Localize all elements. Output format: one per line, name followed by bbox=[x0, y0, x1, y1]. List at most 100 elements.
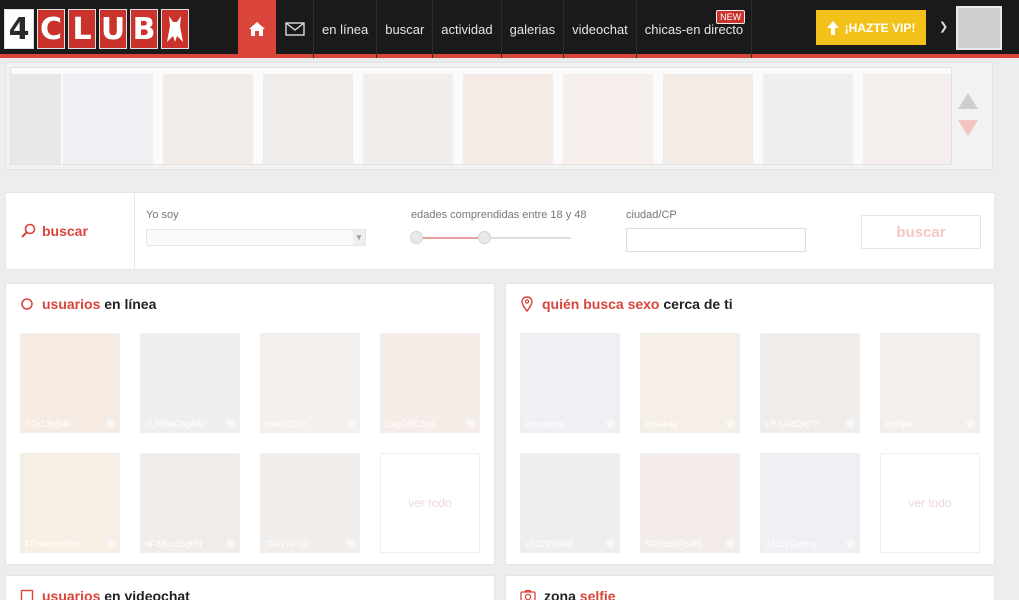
logo-letter: B bbox=[130, 9, 158, 49]
carousel-thumb[interactable] bbox=[163, 74, 253, 164]
videochat-users-panel: usuarios en videochat bbox=[5, 575, 495, 600]
user-card[interactable]: rneI3C3bz bbox=[260, 333, 360, 433]
user-name: xxxcabica bbox=[525, 419, 565, 429]
online-users-panel: usuarios en línea X0y13nS4k uUM0eG6g4A7 … bbox=[5, 283, 495, 565]
logo-letter: L bbox=[68, 9, 96, 49]
logo-letter: U bbox=[99, 9, 127, 49]
divider bbox=[134, 193, 135, 271]
search-button[interactable]: buscar bbox=[861, 215, 981, 249]
title-rest: en videochat bbox=[100, 588, 190, 600]
nav-online[interactable]: en línea bbox=[314, 0, 378, 58]
user-card[interactable]: sssakaa bbox=[640, 333, 740, 433]
status-dot bbox=[106, 419, 115, 428]
carousel-thumb[interactable] bbox=[363, 74, 453, 164]
envelope-icon bbox=[284, 22, 305, 36]
age-min-handle[interactable] bbox=[410, 231, 423, 244]
main-nav: en línea buscar actividad galerias video… bbox=[238, 0, 753, 58]
search-title-text: buscar bbox=[42, 223, 88, 239]
user-name: pdfttjek bbox=[885, 419, 915, 429]
carousel-thumb[interactable] bbox=[863, 74, 951, 164]
chevron-down-icon: ▼ bbox=[353, 230, 365, 245]
online-circle-icon bbox=[21, 298, 33, 310]
city-label: ciudad/CP bbox=[626, 209, 677, 221]
search-icon bbox=[21, 223, 36, 238]
status-dot bbox=[466, 419, 475, 428]
carousel-down-icon[interactable] bbox=[958, 120, 978, 136]
carousel-thumb[interactable] bbox=[63, 74, 153, 164]
status-dot bbox=[226, 539, 235, 548]
user-name: LwpD8C2p6 bbox=[385, 419, 435, 429]
age-max-handle[interactable] bbox=[478, 231, 491, 244]
status-dot bbox=[106, 539, 115, 548]
title-rest: zona bbox=[544, 588, 580, 600]
see-all-button[interactable]: ver todo bbox=[380, 453, 480, 553]
title-highlight: usuarios bbox=[42, 296, 101, 312]
title-highlight: quién busca sexo bbox=[542, 296, 660, 312]
nearby-users-title: quién busca sexo cerca de ti bbox=[520, 296, 733, 312]
carousel-up-icon[interactable] bbox=[958, 93, 978, 109]
user-name: nF38vc3SgHIr bbox=[145, 539, 203, 549]
user-card[interactable]: nF38vc3SgHIr bbox=[140, 453, 240, 553]
user-card[interactable]: Jd1LVGeHuy bbox=[760, 453, 860, 553]
user-card[interactable]: FPmemm8Hv bbox=[20, 453, 120, 553]
carousel-thumb[interactable] bbox=[663, 74, 753, 164]
i-am-label: Yo soy bbox=[146, 209, 179, 221]
status-dot bbox=[966, 419, 975, 428]
user-name: LR3y08Dkj7P bbox=[765, 419, 821, 429]
user-avatar[interactable] bbox=[956, 6, 1002, 50]
status-dot bbox=[346, 539, 355, 548]
logo-letter: 4 bbox=[4, 9, 34, 49]
user-name: sssakaa bbox=[645, 419, 679, 429]
user-name: FPmemm8Hv bbox=[25, 539, 81, 549]
carousel-thumb[interactable] bbox=[11, 74, 61, 164]
user-name: xX2ZP9t4kll bbox=[525, 539, 574, 549]
user-card[interactable]: xX2ZP9t4kll bbox=[520, 453, 620, 553]
user-card[interactable]: pdfttjek bbox=[880, 333, 980, 433]
user-name: X0y13nS4k bbox=[25, 419, 72, 429]
online-users-title: usuarios en línea bbox=[20, 296, 156, 312]
nav-search[interactable]: buscar bbox=[377, 0, 434, 58]
user-name: Jd1LVGeHuy bbox=[765, 539, 818, 549]
user-card[interactable]: TMcjYeHD bbox=[260, 453, 360, 553]
status-dot bbox=[606, 419, 615, 428]
new-badge: NEW bbox=[716, 10, 746, 24]
selfie-zone-panel: zona selfie bbox=[505, 575, 995, 600]
status-dot bbox=[726, 419, 735, 428]
search-panel: buscar Yo soy ▼ edades comprendidas entr… bbox=[5, 192, 995, 271]
nav-live-girls[interactable]: chicas-en directo NEW bbox=[637, 0, 753, 58]
user-card[interactable]: uUM0eG6g4A7 bbox=[140, 333, 240, 433]
user-card[interactable]: LR3y08Dkj7P bbox=[760, 333, 860, 433]
status-dot bbox=[726, 539, 735, 548]
status-dot bbox=[226, 419, 235, 428]
carousel-thumb[interactable] bbox=[263, 74, 353, 164]
nav-activity[interactable]: actividad bbox=[433, 0, 502, 58]
nav-messages[interactable] bbox=[276, 0, 314, 58]
location-pin-icon bbox=[521, 296, 533, 312]
carousel-thumb[interactable] bbox=[763, 74, 853, 164]
chevron-down-icon[interactable]: ❯ bbox=[939, 20, 948, 33]
nav-galleries[interactable]: galerias bbox=[502, 0, 565, 58]
user-card[interactable]: xxxcabica bbox=[520, 333, 620, 433]
top-navbar: 4 C L U B en línea buscar actividad gale… bbox=[0, 0, 1019, 58]
carousel-track bbox=[10, 67, 952, 165]
user-name: rneI3C3bz bbox=[265, 419, 307, 429]
user-card[interactable]: X0y13nS4k bbox=[20, 333, 120, 433]
status-dot bbox=[606, 539, 615, 548]
city-input[interactable] bbox=[626, 228, 806, 252]
user-card[interactable]: SFRbt3rP64l5 bbox=[640, 453, 740, 553]
i-am-select[interactable]: ▼ bbox=[146, 229, 366, 246]
nav-home[interactable] bbox=[238, 0, 276, 58]
become-vip-button[interactable]: ¡HAZTE VIP! bbox=[816, 10, 926, 45]
carousel-thumb[interactable] bbox=[463, 74, 553, 164]
see-all-button[interactable]: ver todo bbox=[880, 453, 980, 553]
nearby-users-panel: quién busca sexo cerca de ti xxxcabica s… bbox=[505, 283, 995, 565]
age-range-label: edades comprendidas entre 18 y 48 bbox=[411, 209, 587, 221]
user-name: uUM0eG6g4A7 bbox=[145, 419, 208, 429]
site-logo[interactable]: 4 C L U B bbox=[4, 7, 192, 51]
nav-videochat[interactable]: videochat bbox=[564, 0, 637, 58]
title-highlight: usuarios bbox=[42, 588, 101, 600]
title-rest: cerca de ti bbox=[659, 296, 733, 312]
status-dot bbox=[346, 419, 355, 428]
user-card[interactable]: LwpD8C2p6 bbox=[380, 333, 480, 433]
carousel-thumb[interactable] bbox=[563, 74, 653, 164]
